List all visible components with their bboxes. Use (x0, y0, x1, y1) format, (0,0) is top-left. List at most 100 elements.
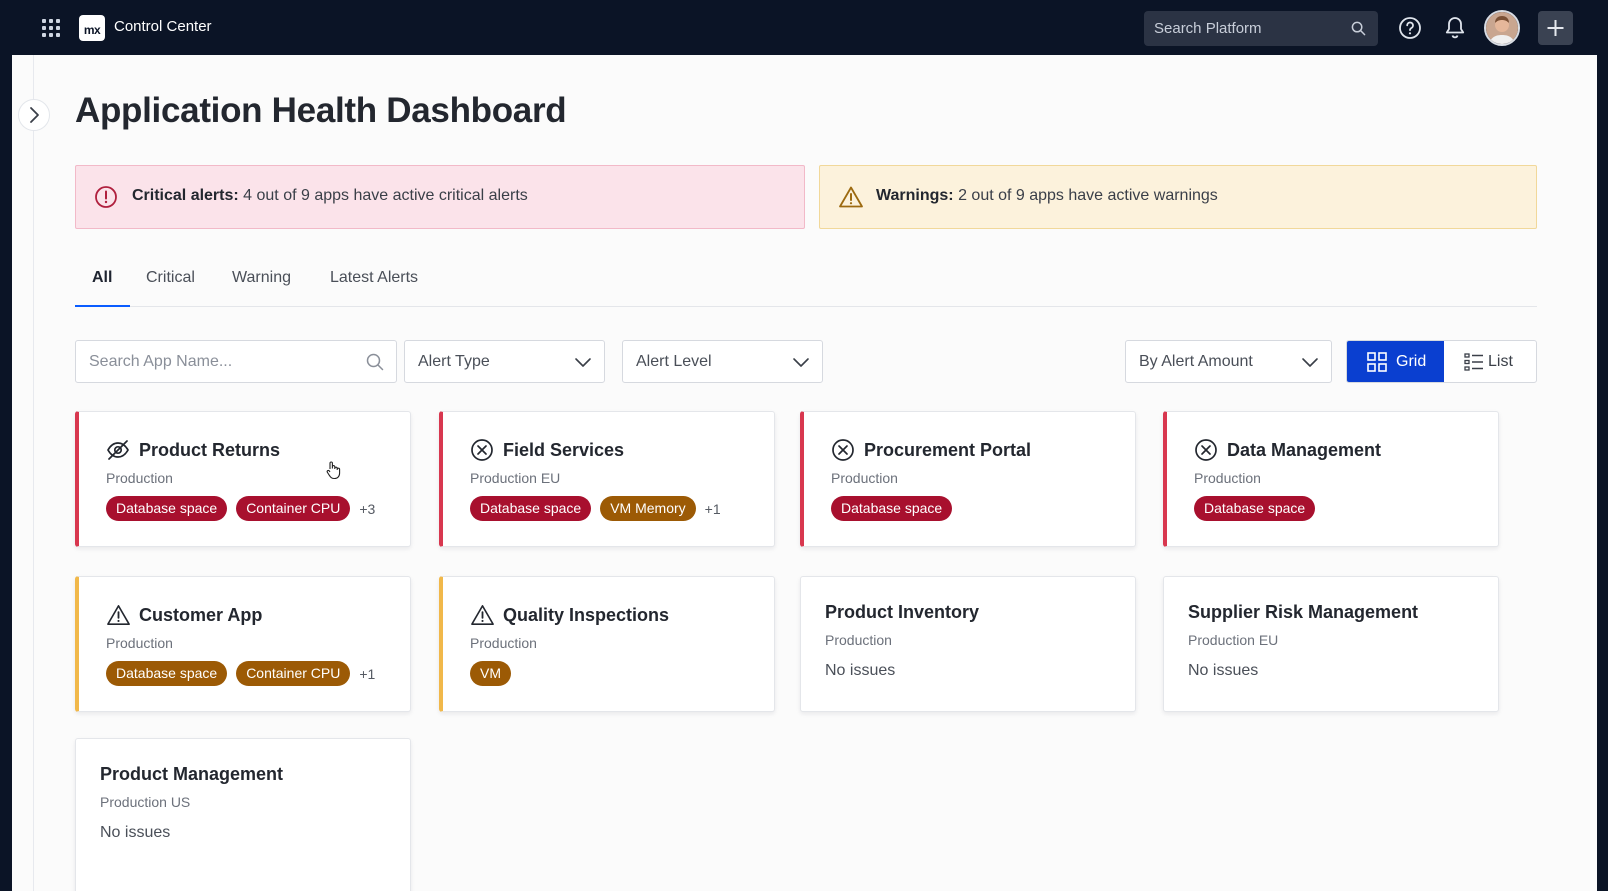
x-circle-icon (1194, 438, 1218, 467)
app-environment: Production (470, 635, 537, 651)
alert-level-select[interactable]: Alert Level (622, 340, 823, 383)
grid-view-label: Grid (1396, 353, 1427, 370)
add-button[interactable] (1538, 11, 1573, 45)
alert-level-label: Alert Level (636, 353, 712, 370)
app-card-field-services[interactable]: Field Services Production EU Database sp… (439, 411, 775, 547)
chevron-down-icon (1301, 355, 1319, 373)
list-icon (1464, 352, 1484, 377)
alert-tags: Database space (831, 496, 953, 521)
app-search-input[interactable] (76, 341, 396, 382)
search-icon[interactable] (1351, 21, 1366, 41)
sort-select[interactable]: By Alert Amount (1125, 340, 1332, 383)
app-environment: Production EU (1188, 632, 1279, 648)
warning-triangle-icon (470, 603, 495, 632)
warnings-summary: 2 out of 9 apps have active warnings (953, 187, 1218, 204)
alert-circle-icon (94, 185, 118, 214)
search-icon[interactable] (366, 353, 384, 376)
alert-type-label: Alert Type (418, 353, 490, 370)
app-name: Quality Inspections (503, 605, 670, 625)
x-circle-icon (470, 438, 494, 467)
page-title: Application Health Dashboard (75, 91, 567, 130)
warnings-text: Warnings: 2 out of 9 apps have active wa… (876, 187, 1218, 205)
alert-tag: Container CPU (236, 496, 351, 521)
alert-tags: Database space VM Memory +1 (470, 496, 721, 521)
alert-tag: Database space (470, 496, 592, 521)
brand-logo[interactable]: mx (79, 15, 105, 41)
grid-icon (1367, 352, 1387, 377)
notifications-bell-icon[interactable] (1443, 15, 1467, 46)
app-name: Product Returns (139, 440, 281, 460)
app-name: Supplier Risk Management (1188, 602, 1419, 622)
app-environment: Production (825, 632, 892, 648)
app-name: Product Inventory (825, 602, 980, 622)
list-view-button[interactable]: List (1444, 341, 1536, 382)
more-alerts-count: +1 (359, 665, 376, 682)
app-card-data-management[interactable]: Data Management Production Database spac… (1163, 411, 1499, 547)
no-issues-text: No issues (825, 662, 896, 679)
tab-all[interactable]: All (92, 269, 112, 305)
app-environment: Production (831, 470, 898, 486)
tab-latest-alerts[interactable]: Latest Alerts (330, 269, 418, 305)
warning-triangle-icon (106, 603, 131, 632)
sidebar-expand-button[interactable] (18, 99, 50, 131)
app-name: Customer App (139, 605, 263, 625)
list-view-label: List (1488, 353, 1513, 370)
sort-label: By Alert Amount (1139, 353, 1253, 370)
warnings-banner: Warnings: 2 out of 9 apps have active wa… (819, 165, 1537, 229)
critical-alerts-summary: 4 out of 9 apps have active critical ale… (238, 187, 528, 204)
alert-tag: Container CPU (236, 661, 351, 686)
no-issues-text: No issues (1188, 662, 1259, 679)
alert-tag: Database space (106, 496, 228, 521)
critical-alerts-label: Critical alerts: (132, 187, 239, 204)
alert-tags: VM (470, 661, 511, 686)
platform-search-input[interactable] (1144, 11, 1378, 46)
alert-tags: Database space Container CPU +3 (106, 496, 375, 521)
app-card-customer-app[interactable]: Customer App Production Database space C… (75, 576, 411, 712)
eye-off-icon (106, 438, 130, 467)
mouse-cursor-icon (325, 460, 341, 485)
app-environment: Production EU (470, 470, 561, 486)
platform-search[interactable] (1144, 11, 1378, 46)
app-card-product-management[interactable]: Product Management Production US No issu… (75, 738, 411, 891)
view-toggle: Grid List (1346, 340, 1537, 383)
app-card-product-returns[interactable]: Product Returns Production Database spac… (75, 411, 411, 547)
critical-alerts-banner: Critical alerts: 4 out of 9 apps have ac… (75, 165, 805, 229)
app-name: Product Management (100, 764, 284, 784)
app-card-procurement-portal[interactable]: Procurement Portal Production Database s… (800, 411, 1136, 547)
app-card-supplier-risk-management[interactable]: Supplier Risk Management Production EU N… (1163, 576, 1499, 712)
app-name: Field Services (503, 440, 625, 460)
active-tab-indicator (75, 305, 130, 307)
alert-tag: VM Memory (600, 496, 696, 521)
app-name: Data Management (1227, 440, 1382, 460)
app-search[interactable] (75, 340, 397, 383)
chevron-down-icon (792, 355, 810, 373)
no-issues-text: No issues (100, 824, 171, 841)
more-alerts-count: +3 (359, 500, 376, 517)
app-card-quality-inspections[interactable]: Quality Inspections Production VM (439, 576, 775, 712)
tab-critical[interactable]: Critical (146, 269, 195, 305)
user-avatar[interactable] (1484, 10, 1520, 46)
grid-view-button[interactable]: Grid (1347, 341, 1444, 382)
filter-tabs: All Critical Warning Latest Alerts (75, 255, 1537, 307)
app-launcher-icon[interactable] (42, 19, 60, 37)
sidebar-divider (33, 55, 34, 891)
app-environment: Production US (100, 794, 191, 810)
alert-tag: Database space (831, 496, 953, 521)
alert-type-select[interactable]: Alert Type (404, 340, 605, 383)
chevron-down-icon (574, 355, 592, 373)
alert-tag: Database space (1194, 496, 1316, 521)
alert-tag: Database space (106, 661, 228, 686)
x-circle-icon (831, 438, 855, 467)
top-bar: mx Control Center (0, 0, 1608, 55)
alert-tag: VM (470, 661, 511, 686)
alert-tags: Database space Container CPU +1 (106, 661, 375, 686)
more-alerts-count: +1 (704, 500, 721, 517)
tab-warning[interactable]: Warning (232, 269, 291, 305)
main-content: Application Health Dashboard Critical al… (12, 55, 1597, 891)
app-card-product-inventory[interactable]: Product Inventory Production No issues (800, 576, 1136, 712)
help-icon[interactable] (1398, 16, 1422, 45)
app-environment: Production (106, 635, 173, 651)
alert-tags: Database space (1194, 496, 1316, 521)
chevron-right-icon (30, 107, 39, 123)
app-environment: Production (106, 470, 173, 486)
